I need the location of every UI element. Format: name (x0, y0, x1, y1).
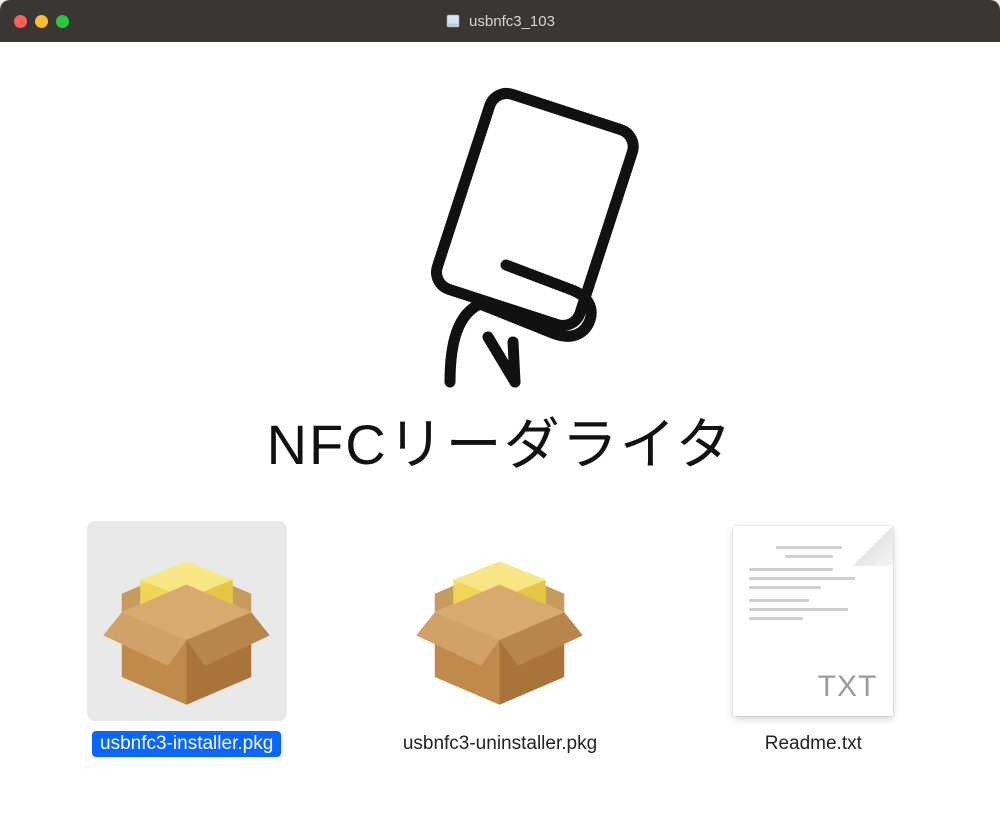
file-grid: usbnfc3-installer.pkg (40, 521, 960, 757)
close-button[interactable] (14, 15, 27, 28)
file-icon-wrap: TXT (713, 521, 913, 721)
txt-extension-label: TXT (818, 670, 878, 704)
window-content: NFCリーダライタ (0, 42, 1000, 835)
finder-window: usbnfc3_103 NFCリーダライタ (0, 0, 1000, 835)
disk-icon (445, 13, 461, 29)
file-icon-wrap (400, 521, 600, 721)
traffic-lights (14, 15, 69, 28)
file-label: Readme.txt (757, 731, 870, 757)
nfc-card-hand-icon (340, 82, 660, 392)
minimize-button[interactable] (35, 15, 48, 28)
file-label: usbnfc3-uninstaller.pkg (395, 731, 605, 757)
logo-text: NFCリーダライタ (267, 400, 734, 481)
file-item-uninstaller[interactable]: usbnfc3-uninstaller.pkg (370, 521, 630, 757)
window-title-group: usbnfc3_103 (0, 13, 1000, 30)
maximize-button[interactable] (56, 15, 69, 28)
pkg-icon (94, 529, 279, 714)
volume-background-logo: NFCリーダライタ (267, 82, 734, 481)
file-label: usbnfc3-installer.pkg (92, 731, 281, 757)
pkg-icon (407, 529, 592, 714)
file-icon-wrap (87, 521, 287, 721)
file-item-readme[interactable]: TXT Readme.txt (683, 521, 943, 757)
window-title: usbnfc3_103 (469, 13, 555, 30)
titlebar[interactable]: usbnfc3_103 (0, 0, 1000, 42)
txt-icon: TXT (733, 526, 893, 716)
file-item-installer[interactable]: usbnfc3-installer.pkg (57, 521, 317, 757)
